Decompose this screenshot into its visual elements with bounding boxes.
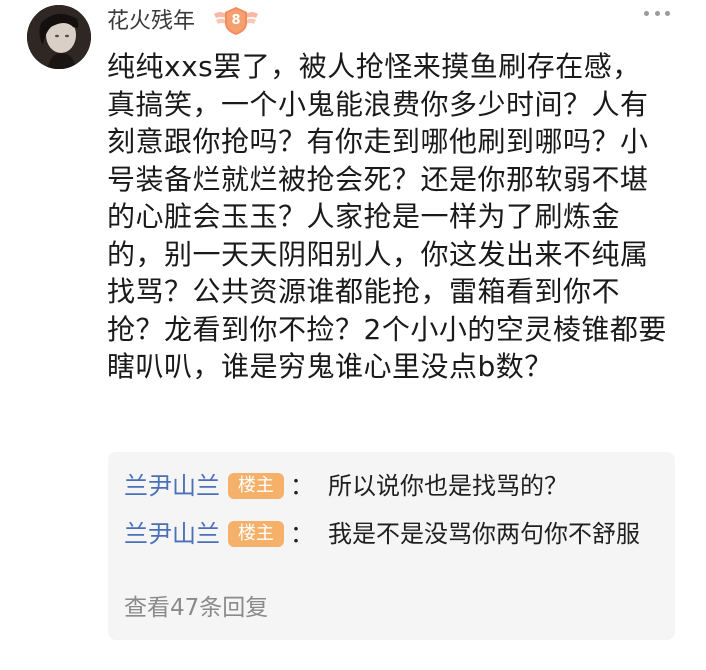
reply-colon: ： <box>290 472 314 500</box>
reply-item[interactable]: 兰尹山兰 楼主： 我是不是没骂你两句你不舒服 <box>124 516 669 552</box>
level-number: 8 <box>231 13 241 28</box>
reply-item[interactable]: 兰尹山兰 楼主： 所以说你也是找骂的？ <box>124 468 669 504</box>
reply-author[interactable]: 兰尹山兰 <box>124 472 220 500</box>
op-badge: 楼主 <box>228 521 284 547</box>
replies-panel: 兰尹山兰 楼主： 所以说你也是找骂的？ 兰尹山兰 楼主： 我是不是没骂你两句你不舒服 查… <box>108 452 675 640</box>
reply-author[interactable]: 兰尹山兰 <box>124 520 220 548</box>
username[interactable]: 花火残年 <box>107 7 195 37</box>
view-replies-link[interactable]: 查看47条回复 <box>124 592 268 624</box>
post-body-text: 纯纯xxs罢了，被人抢怪来摸鱼刷存在感，真搞笑，一个小鬼能浪费你多少时间？人有刻… <box>107 50 667 383</box>
level-badge: 8 <box>212 4 260 38</box>
avatar[interactable] <box>27 5 91 69</box>
reply-text: 所以说你也是找骂的？ <box>328 472 568 500</box>
reply-colon: ： <box>290 520 314 548</box>
reply-text: 我是不是没骂你两句你不舒服 <box>328 520 640 548</box>
op-badge: 楼主 <box>228 473 284 499</box>
more-options-icon[interactable] <box>644 8 670 18</box>
